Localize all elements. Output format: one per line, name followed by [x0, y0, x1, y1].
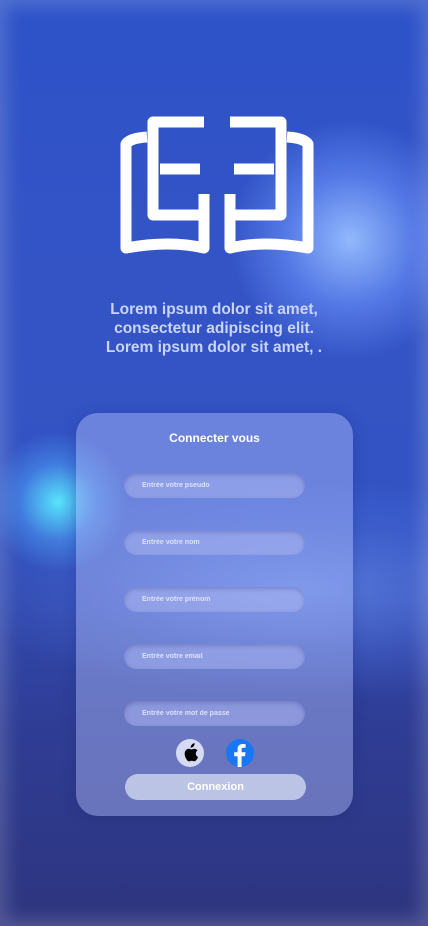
email-input[interactable]	[124, 644, 305, 669]
open-book-logo-icon	[120, 112, 314, 256]
password-input[interactable]	[124, 701, 305, 726]
pseudo-input[interactable]	[124, 473, 305, 498]
tagline-line: consectetur adipiscing elit.	[114, 320, 314, 337]
apple-icon	[184, 743, 198, 762]
tagline-line: Lorem ipsum dolor sit amet,	[110, 301, 318, 318]
login-card: Connecter vous Connexion	[76, 413, 353, 816]
last-name-input[interactable]	[124, 530, 305, 555]
login-button[interactable]: Connexion	[125, 774, 306, 800]
first-name-input[interactable]	[124, 587, 305, 612]
login-title: Connecter vous	[169, 431, 260, 445]
tagline-line: Lorem ipsum dolor sit amet, .	[105, 339, 323, 356]
tagline: Lorem ipsum dolor sit amet, consectetur …	[60, 300, 368, 357]
facebook-icon	[234, 744, 246, 767]
apple-login-button[interactable]	[176, 739, 204, 767]
facebook-login-button[interactable]	[226, 739, 254, 767]
